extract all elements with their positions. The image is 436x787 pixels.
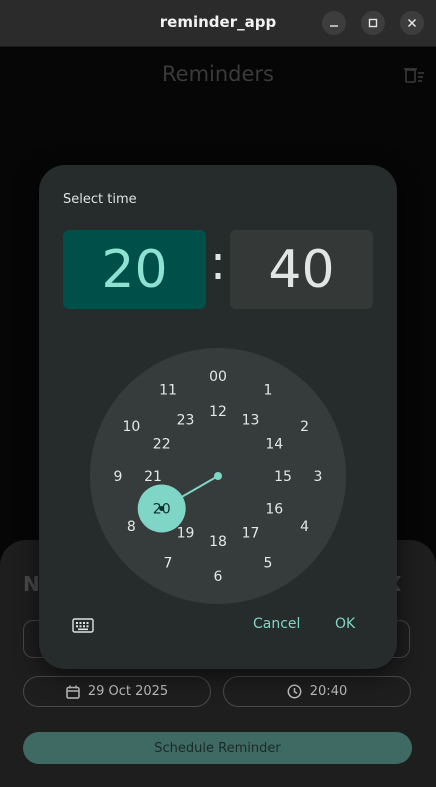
close-icon [407,18,417,28]
maximize-button[interactable] [361,11,385,35]
hour-option[interactable]: 10 [122,419,140,435]
maximize-icon [368,18,378,28]
hour-option[interactable]: 14 [265,437,283,453]
hour-option[interactable]: 6 [214,569,223,585]
clock-icon [287,684,302,699]
dialog-header: Select time [63,192,137,207]
page-title: Reminders [162,62,274,86]
hour-option[interactable]: 9 [114,469,123,485]
hour-option[interactable]: 16 [265,502,283,518]
hour-option[interactable]: 13 [242,413,260,429]
cancel-button[interactable]: Cancel [253,616,300,632]
hour-option[interactable]: 8 [127,519,136,535]
hour-option[interactable]: 17 [242,525,260,541]
keyboard-mode-button[interactable] [72,617,94,637]
date-button[interactable]: 29 Oct 2025 [23,676,211,707]
hour-option[interactable]: 18 [209,534,227,550]
date-label: 29 Oct 2025 [87,684,169,699]
hour-option[interactable]: 15 [274,469,292,485]
hour-option[interactable]: 21 [144,469,162,485]
minimize-button[interactable] [322,11,346,35]
delete-sweep-icon [404,68,424,83]
minute-input[interactable]: 40 [230,230,373,309]
clock-dial-face: 001234567891011121314151617181920212223 [114,369,323,585]
hour-option[interactable]: 5 [264,556,273,572]
hour-option[interactable]: 2 [300,419,309,435]
clock-center-dot [214,472,222,480]
hour-option[interactable]: 00 [209,369,227,385]
time-button[interactable]: 20:40 [223,676,411,707]
schedule-reminder-button[interactable]: Schedule Reminder [23,732,412,764]
calendar-icon [66,685,80,699]
clear-all-button[interactable] [404,66,424,88]
hour-option[interactable]: 11 [159,382,177,398]
time-label: 20:40 [309,684,348,699]
clock-dial[interactable]: 001234567891011121314151617181920212223 [90,348,346,604]
keyboard-icon [72,618,94,633]
hour-option[interactable]: 1 [264,382,273,398]
sheet-title-start: N [23,572,40,596]
time-separator: : [209,235,227,291]
hour-option[interactable]: 22 [153,437,171,453]
window-titlebar: reminder_app [0,0,436,47]
clock-hand-tip [159,506,165,511]
minimize-icon [330,25,338,27]
time-picker-dialog: Select time 20 : 40 00 1 2 3 4 5 6 7 8 9 10 11 12 13 1… [39,165,397,669]
hour-option[interactable]: 3 [314,469,323,485]
hour-option[interactable]: 23 [177,413,195,429]
hour-option[interactable]: 12 [209,404,227,420]
close-button[interactable] [400,11,424,35]
ok-button[interactable]: OK [335,616,355,632]
hour-option[interactable]: 19 [177,525,195,541]
hour-input[interactable]: 20 [63,230,206,309]
hour-option[interactable]: 7 [164,556,173,572]
hour-option[interactable]: 4 [300,519,309,535]
